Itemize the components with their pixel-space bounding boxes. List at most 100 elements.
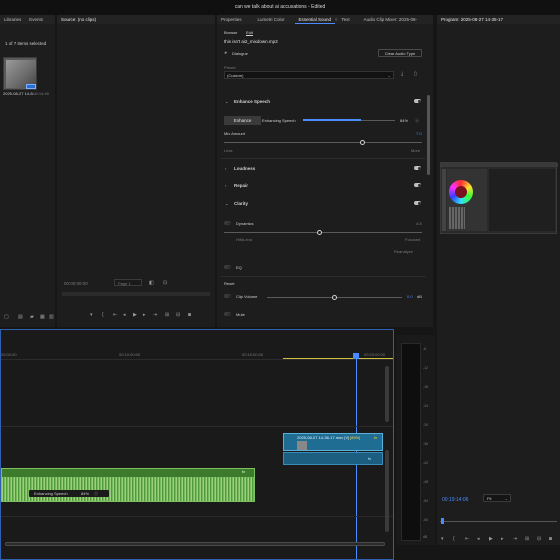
panel-menu-icon[interactable]: ≡ (335, 17, 337, 22)
enhance-chevron-icon[interactable]: ⌄ (225, 99, 228, 104)
program-playhead[interactable] (441, 518, 444, 524)
reanalyze-button[interactable]: Reanalyze (394, 249, 413, 254)
new-bin-icon[interactable]: ▢ (4, 315, 9, 320)
step-forward-icon[interactable]: ▸ (501, 537, 504, 542)
program-scrubber[interactable] (440, 521, 557, 522)
step-forward-icon[interactable]: ▸ (143, 313, 146, 318)
cancel-icon[interactable]: ⓧ (415, 118, 419, 123)
loudness-chevron-icon[interactable]: › (225, 166, 226, 171)
timeline-ruler[interactable]: 00:00:00 00:10:00:00 00:15:00:00 00:20:0… (1, 344, 393, 360)
lift-icon[interactable]: ⊞ (525, 537, 529, 542)
tab-properties[interactable]: Properties (217, 15, 246, 24)
enhance-percent: 84% (400, 118, 409, 123)
clarity-title: Clarity (234, 201, 249, 206)
playhead-handle[interactable] (353, 353, 359, 359)
delete-preset-icon[interactable]: ▯ (414, 72, 417, 77)
audio-clip-small[interactable]: fx (283, 452, 383, 465)
mix-more: More (411, 148, 421, 153)
program-transport: ▾ { ⇤ ◂ ▶ ▸ ⇥ ⊞ ⊟ ◙ (437, 535, 560, 545)
mix-amount-knob[interactable] (360, 140, 366, 145)
repair-chevron-icon[interactable]: › (225, 183, 226, 188)
fit-dropdown[interactable]: Fit ⌄ (483, 494, 511, 502)
reset-label[interactable]: Reset (224, 281, 234, 286)
tab-text[interactable]: Text (337, 15, 353, 24)
mix-amount-label: Mix Amount (224, 131, 245, 136)
goto-out-icon[interactable]: ⇥ (513, 537, 517, 542)
horizontal-scrollbar[interactable] (5, 542, 385, 546)
video-clip[interactable]: 2025-08-27 14-36-17.mov [V] [85%] fx (283, 433, 383, 451)
goto-out-icon[interactable]: ⇥ (153, 313, 157, 318)
clip-thumbnail[interactable] (3, 57, 37, 90)
cancel-icon[interactable]: ⓧ (94, 491, 98, 496)
fx-icon[interactable]: fx (374, 435, 377, 440)
dynamics-toggle[interactable] (224, 221, 231, 225)
settings-icon[interactable]: ◧ (149, 281, 154, 286)
tab-audio-mixer[interactable]: Audio Clip Mixer: 2025-08- (360, 15, 421, 24)
goto-in-icon[interactable]: ⇤ (113, 313, 117, 318)
tab-events[interactable]: Events (25, 15, 47, 24)
mix-amount-slider[interactable] (224, 142, 422, 143)
repair-toggle[interactable] (414, 183, 421, 187)
fx-icon[interactable]: fx (242, 469, 245, 474)
work-area-bar[interactable] (283, 358, 393, 359)
clear-audio-type-button[interactable]: Clear Audio Type (378, 49, 422, 57)
preset-dropdown[interactable]: (Custom) ⌄ (224, 71, 394, 79)
extract-icon[interactable]: ⊟ (537, 537, 541, 542)
dynamics-value[interactable]: 4.8 (416, 221, 422, 226)
loudness-toggle[interactable] (414, 166, 421, 170)
page-dropdown[interactable]: Page 1 (114, 279, 142, 286)
goto-in-icon[interactable]: ⇤ (465, 537, 469, 542)
vertical-scrollbar-bottom[interactable] (385, 450, 389, 532)
subtab-edit[interactable]: Edit (246, 30, 253, 36)
step-back-icon[interactable]: ◂ (477, 537, 480, 542)
mark-in-icon[interactable]: ▾ (441, 537, 444, 542)
camera-icon[interactable]: ◙ (188, 313, 191, 318)
clip-volume-toggle[interactable] (224, 294, 231, 298)
camera-icon[interactable]: ◙ (549, 537, 552, 542)
tab-source[interactable]: Source: (no clips) (57, 15, 100, 24)
mark-in-icon[interactable]: ▾ (90, 313, 93, 318)
source-scrubber[interactable] (62, 292, 210, 296)
audio-waveform (2, 477, 254, 501)
overwrite-icon[interactable]: ⊟ (176, 313, 180, 318)
tab-lumetri[interactable]: Lumetri Color (254, 15, 289, 24)
audio-clip[interactable]: Enhancing Speech 84% ⓧ fx (1, 468, 255, 502)
dynamics-knob[interactable] (316, 230, 322, 235)
mark-out-icon[interactable]: { (102, 313, 104, 318)
export-frame-icon[interactable]: ⊡ (163, 281, 167, 286)
tab-essential-sound[interactable]: Essential Sound (295, 15, 336, 24)
subtab-browse[interactable]: Browse (224, 30, 237, 35)
meter-label: -18 (423, 385, 429, 389)
trash-icon[interactable]: ▥ (49, 315, 54, 320)
project-tabbar: Libraries Events (0, 15, 55, 24)
tab-program[interactable]: Program: 2025-08-27 14-35-17 (437, 15, 507, 24)
enhance-speech-toggle[interactable] (414, 99, 421, 103)
mute-toggle[interactable] (224, 312, 231, 316)
clear-button-label: Clear Audio Type (384, 51, 416, 56)
play-icon[interactable]: ▶ (489, 537, 493, 542)
save-preset-icon[interactable]: ⤓ (401, 72, 403, 77)
enhance-speech-title: Enhance Speech (234, 99, 271, 104)
clip-volume-knob[interactable] (332, 295, 337, 300)
clarity-chevron-icon[interactable]: ⌄ (225, 201, 228, 206)
new-item-icon[interactable]: ▦ (40, 315, 45, 320)
video-thumbnail (297, 441, 307, 450)
insert-icon[interactable]: ⊞ (165, 313, 169, 318)
play-icon[interactable]: ▶ (133, 313, 137, 318)
eq-toggle[interactable] (224, 265, 231, 269)
panel-scrollbar[interactable] (427, 95, 430, 175)
scroll-thumb[interactable] (5, 542, 385, 546)
tab-libraries[interactable]: Libraries (0, 15, 25, 24)
clarity-toggle[interactable] (414, 201, 421, 205)
dynamics-slider[interactable] (224, 232, 422, 233)
folder-icon[interactable]: ▰ (30, 315, 34, 320)
list-view-icon[interactable]: ▤ (18, 315, 23, 320)
mix-amount-value[interactable]: 7.0 (416, 131, 422, 136)
meter-label: -42 (423, 461, 429, 465)
fx-icon[interactable]: fx (368, 456, 371, 461)
enhance-button[interactable]: Enhance (224, 116, 261, 125)
mark-out-icon[interactable]: { (453, 537, 455, 542)
step-back-icon[interactable]: ◂ (123, 313, 126, 318)
vertical-scrollbar-top[interactable] (385, 366, 389, 422)
clip-volume-value[interactable]: 0.0 (407, 294, 413, 299)
